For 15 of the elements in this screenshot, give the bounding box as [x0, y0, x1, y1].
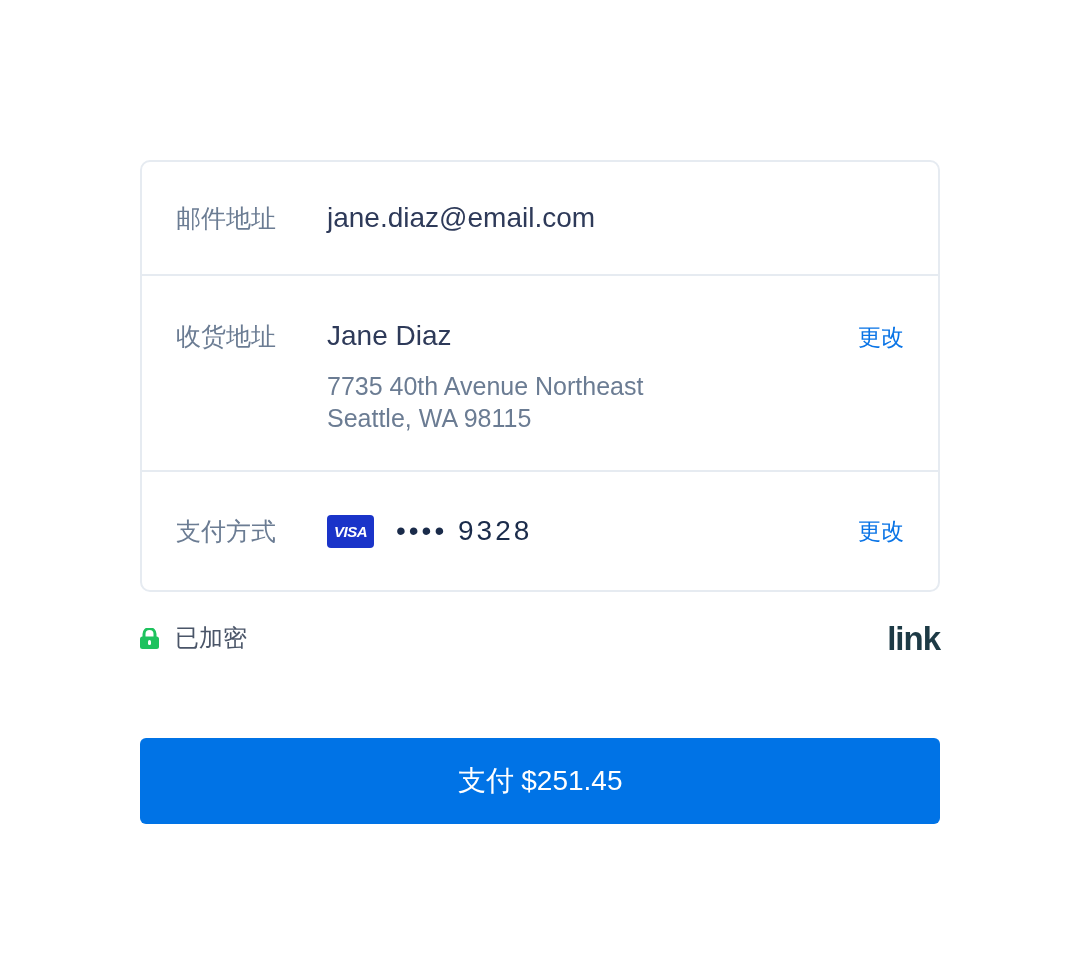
link-logo: link [887, 621, 940, 655]
email-value: jane.diaz@email.com [327, 202, 597, 234]
payment-label: 支付方式 [176, 515, 277, 547]
change-link[interactable]: 更改 [858, 322, 904, 353]
pay-button[interactable]: 支付 $251.45 [140, 738, 940, 824]
lock-icon [140, 627, 159, 649]
email-label: 邮件地址 [176, 202, 277, 234]
card-number: •••• 9328 [396, 515, 533, 547]
card-brand-logo: VISA [327, 514, 374, 548]
recipient-name: Jane Diaz [327, 320, 453, 352]
address-line: Seattle, WA 98115 [327, 403, 533, 434]
change-link[interactable]: 更改 [858, 515, 904, 547]
address-line: 7735 40th Avenue Northeast [327, 371, 645, 402]
shipping-label: 收货地址 [176, 321, 277, 352]
encrypted-label: 已加密 [175, 623, 247, 653]
